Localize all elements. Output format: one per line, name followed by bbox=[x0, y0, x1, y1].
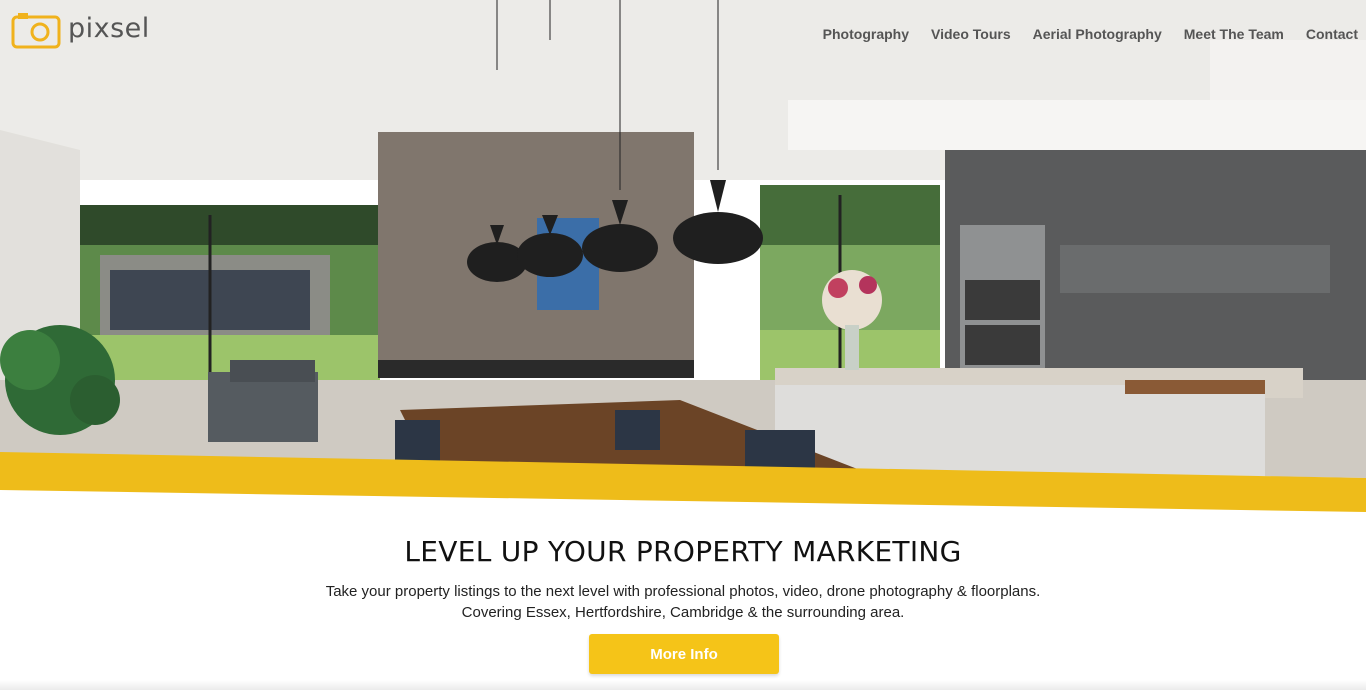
intro-text: Take your property listings to the next … bbox=[325, 583, 1041, 600]
nav-contact[interactable]: Contact bbox=[1306, 26, 1358, 42]
page-title: LEVEL UP YOUR PROPERTY MARKETING bbox=[404, 535, 962, 568]
coverage-text: Covering Essex, Hertfordshire, Cambridge… bbox=[461, 604, 905, 621]
nav-meet-the-team[interactable]: Meet The Team bbox=[1184, 26, 1284, 42]
intro-section: LEVEL UP YOUR PROPERTY MARKETING Take yo… bbox=[0, 520, 1366, 690]
nav-video-tours[interactable]: Video Tours bbox=[931, 26, 1011, 42]
main-nav: Photography Video Tours Aerial Photograp… bbox=[823, 26, 1358, 42]
logo[interactable]: pixsel bbox=[10, 10, 150, 50]
more-info-button[interactable]: More Info bbox=[589, 634, 779, 674]
hero-banner: pixsel Photography Video Tours Aerial Ph… bbox=[0, 0, 1366, 520]
camera-icon bbox=[10, 10, 62, 50]
nav-photography[interactable]: Photography bbox=[823, 26, 909, 42]
logo-text: pixsel bbox=[68, 12, 150, 44]
section-divider bbox=[0, 680, 1366, 690]
nav-aerial-photography[interactable]: Aerial Photography bbox=[1033, 26, 1162, 42]
hero-image bbox=[0, 0, 1366, 520]
